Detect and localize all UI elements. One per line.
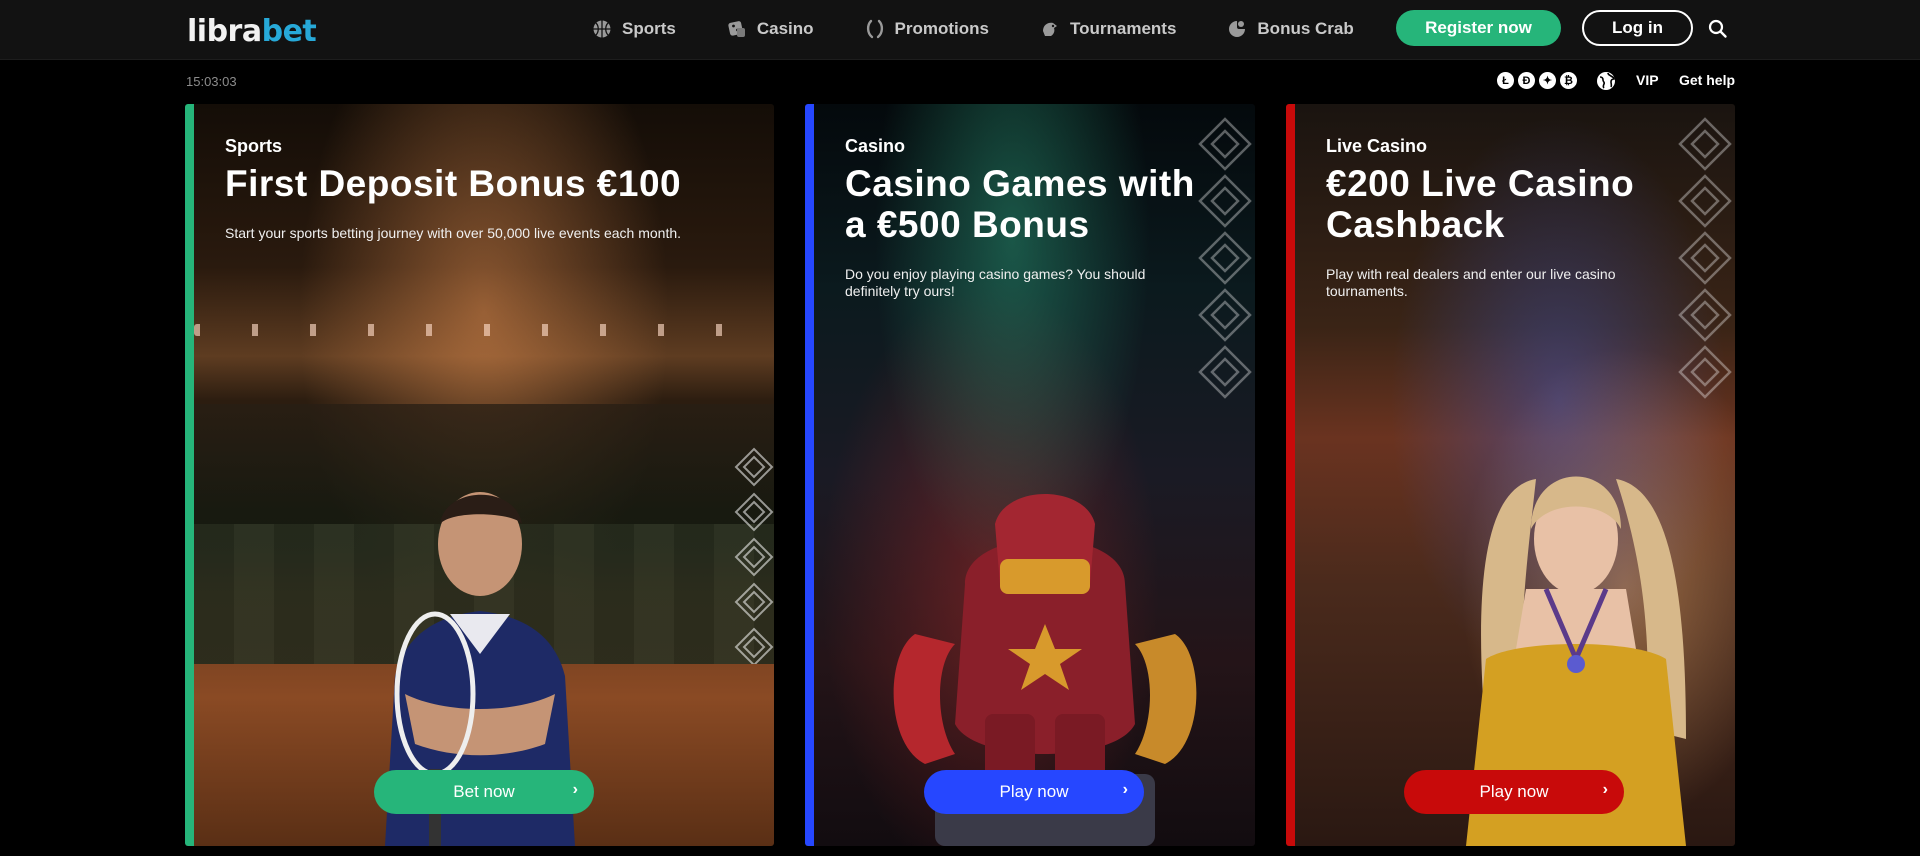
nav-item-sports[interactable]: Sports bbox=[592, 19, 676, 39]
card-title: Casino Games with a €500 Bonus bbox=[845, 163, 1195, 245]
card-text-block: Live Casino €200 Live Casino Cashback Pl… bbox=[1326, 136, 1715, 300]
nav-item-tournaments[interactable]: Tournaments bbox=[1040, 19, 1176, 39]
card-category: Live Casino bbox=[1326, 136, 1428, 156]
stadium-lights bbox=[194, 324, 774, 336]
crypto-icons: Ł Ð ✦ ₿ bbox=[1496, 71, 1580, 90]
card-text-block: Casino Casino Games with a €500 Bonus Do… bbox=[845, 136, 1235, 300]
chevron-right-icon: › bbox=[572, 781, 578, 798]
ripple-icon: ✦ bbox=[1538, 71, 1557, 90]
card-title: First Deposit Bonus €100 bbox=[225, 163, 682, 204]
laurel-icon bbox=[865, 19, 885, 39]
card-text-block: Sports First Deposit Bonus €100 Start yo… bbox=[225, 136, 754, 242]
top-navigation-bar: librabet Sports Casino Promotions Tourna… bbox=[0, 0, 1920, 60]
card-title: €200 Live Casino Cashback bbox=[1326, 163, 1635, 245]
clock: 15:03:03 bbox=[186, 74, 237, 89]
card-description: Play with real dealers and enter our liv… bbox=[1326, 266, 1616, 299]
login-button[interactable]: Log in bbox=[1582, 10, 1693, 46]
litecoin-icon: Ł bbox=[1496, 71, 1515, 90]
card-accent-stripe bbox=[1286, 104, 1295, 846]
trophy-icon bbox=[1040, 19, 1060, 39]
language-globe-icon[interactable] bbox=[1596, 71, 1616, 91]
chevron-right-icon: › bbox=[1602, 781, 1608, 798]
card-accent-stripe bbox=[185, 104, 194, 846]
live-casino-promo-card[interactable]: Live Casino €200 Live Casino Cashback Pl… bbox=[1286, 104, 1735, 846]
card-description: Do you enjoy playing casino games? You s… bbox=[845, 266, 1146, 299]
crab-icon bbox=[1227, 19, 1247, 39]
card-accent-stripe bbox=[805, 104, 814, 846]
dice-icon bbox=[727, 19, 747, 39]
vip-link[interactable]: VIP bbox=[1636, 72, 1659, 88]
nav-item-casino[interactable]: Casino bbox=[727, 19, 814, 39]
card-description: Start your sports betting journey with o… bbox=[225, 225, 682, 241]
diamond-pattern-decoration bbox=[732, 444, 774, 664]
chevron-right-icon: › bbox=[1122, 781, 1128, 798]
play-now-button[interactable]: Play now › bbox=[924, 770, 1144, 814]
bitcoin-icon: ₿ bbox=[1559, 71, 1578, 90]
librabet-logo[interactable]: librabet bbox=[187, 14, 317, 49]
register-button[interactable]: Register now bbox=[1396, 10, 1561, 46]
nav-item-promotions[interactable]: Promotions bbox=[865, 19, 989, 39]
main-nav: Sports Casino Promotions Tournaments Bon… bbox=[592, 0, 1354, 58]
casino-promo-card[interactable]: Casino Casino Games with a €500 Bonus Do… bbox=[805, 104, 1255, 846]
search-icon[interactable] bbox=[1707, 18, 1729, 40]
dogecoin-icon: Ð bbox=[1517, 71, 1536, 90]
basketball-icon bbox=[592, 19, 612, 39]
card-category: Sports bbox=[225, 136, 283, 156]
bet-now-button[interactable]: Bet now › bbox=[374, 770, 594, 814]
play-now-button[interactable]: Play now › bbox=[1404, 770, 1624, 814]
nav-item-bonus-crab[interactable]: Bonus Crab bbox=[1227, 19, 1354, 39]
get-help-link[interactable]: Get help bbox=[1679, 72, 1735, 88]
sports-promo-card[interactable]: Sports First Deposit Bonus €100 Start yo… bbox=[185, 104, 774, 846]
card-category: Casino bbox=[845, 136, 906, 156]
